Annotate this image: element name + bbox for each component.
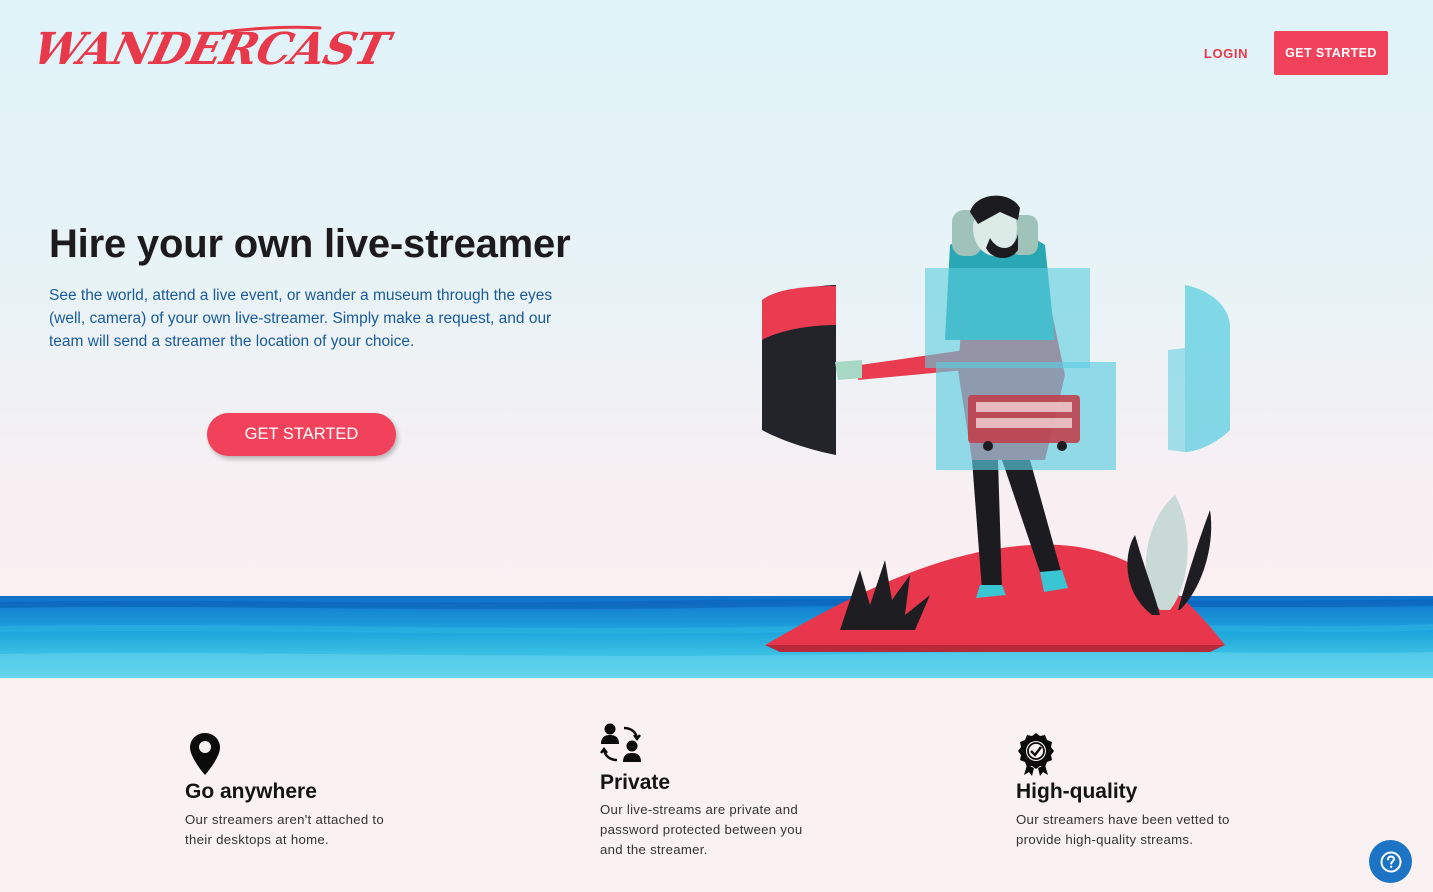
feature-go-anywhere: Go anywhere Our streamers aren't attache… [185, 730, 445, 860]
feature-title: Private [600, 771, 671, 794]
feature-high-quality: High-quality Our streamers have been vet… [1016, 730, 1276, 860]
hero-get-started-button[interactable]: GET STARTED [207, 413, 396, 456]
feature-description: Our streamers aren't attached to their d… [185, 812, 385, 847]
feature-description: Our streamers have been vetted to provid… [1016, 812, 1230, 847]
traveler-illustration [762, 195, 1230, 652]
map-pin-icon [190, 733, 220, 775]
feature-description: Our live-streams are private and passwor… [600, 802, 803, 857]
login-link[interactable]: LOGIN [1196, 38, 1256, 68]
logo-swoosh-decoration [222, 25, 322, 34]
wandercast-logo[interactable]: WANDERCAST [28, 24, 394, 76]
users-swap-icon [600, 723, 641, 762]
feature-title: High-quality [1016, 780, 1138, 803]
feature-private: Private Our live-streams are private and… [600, 720, 860, 860]
hero-subtext: See the world, attend a live event, or w… [49, 287, 553, 350]
feature-title: Go anywhere [185, 780, 317, 803]
hero-headline: Hire your own live-streamer [49, 222, 571, 266]
quality-badge-icon [1018, 733, 1054, 776]
nav-get-started-button[interactable]: GET STARTED [1274, 31, 1388, 75]
help-icon [1380, 851, 1401, 872]
help-button[interactable] [1369, 840, 1412, 883]
